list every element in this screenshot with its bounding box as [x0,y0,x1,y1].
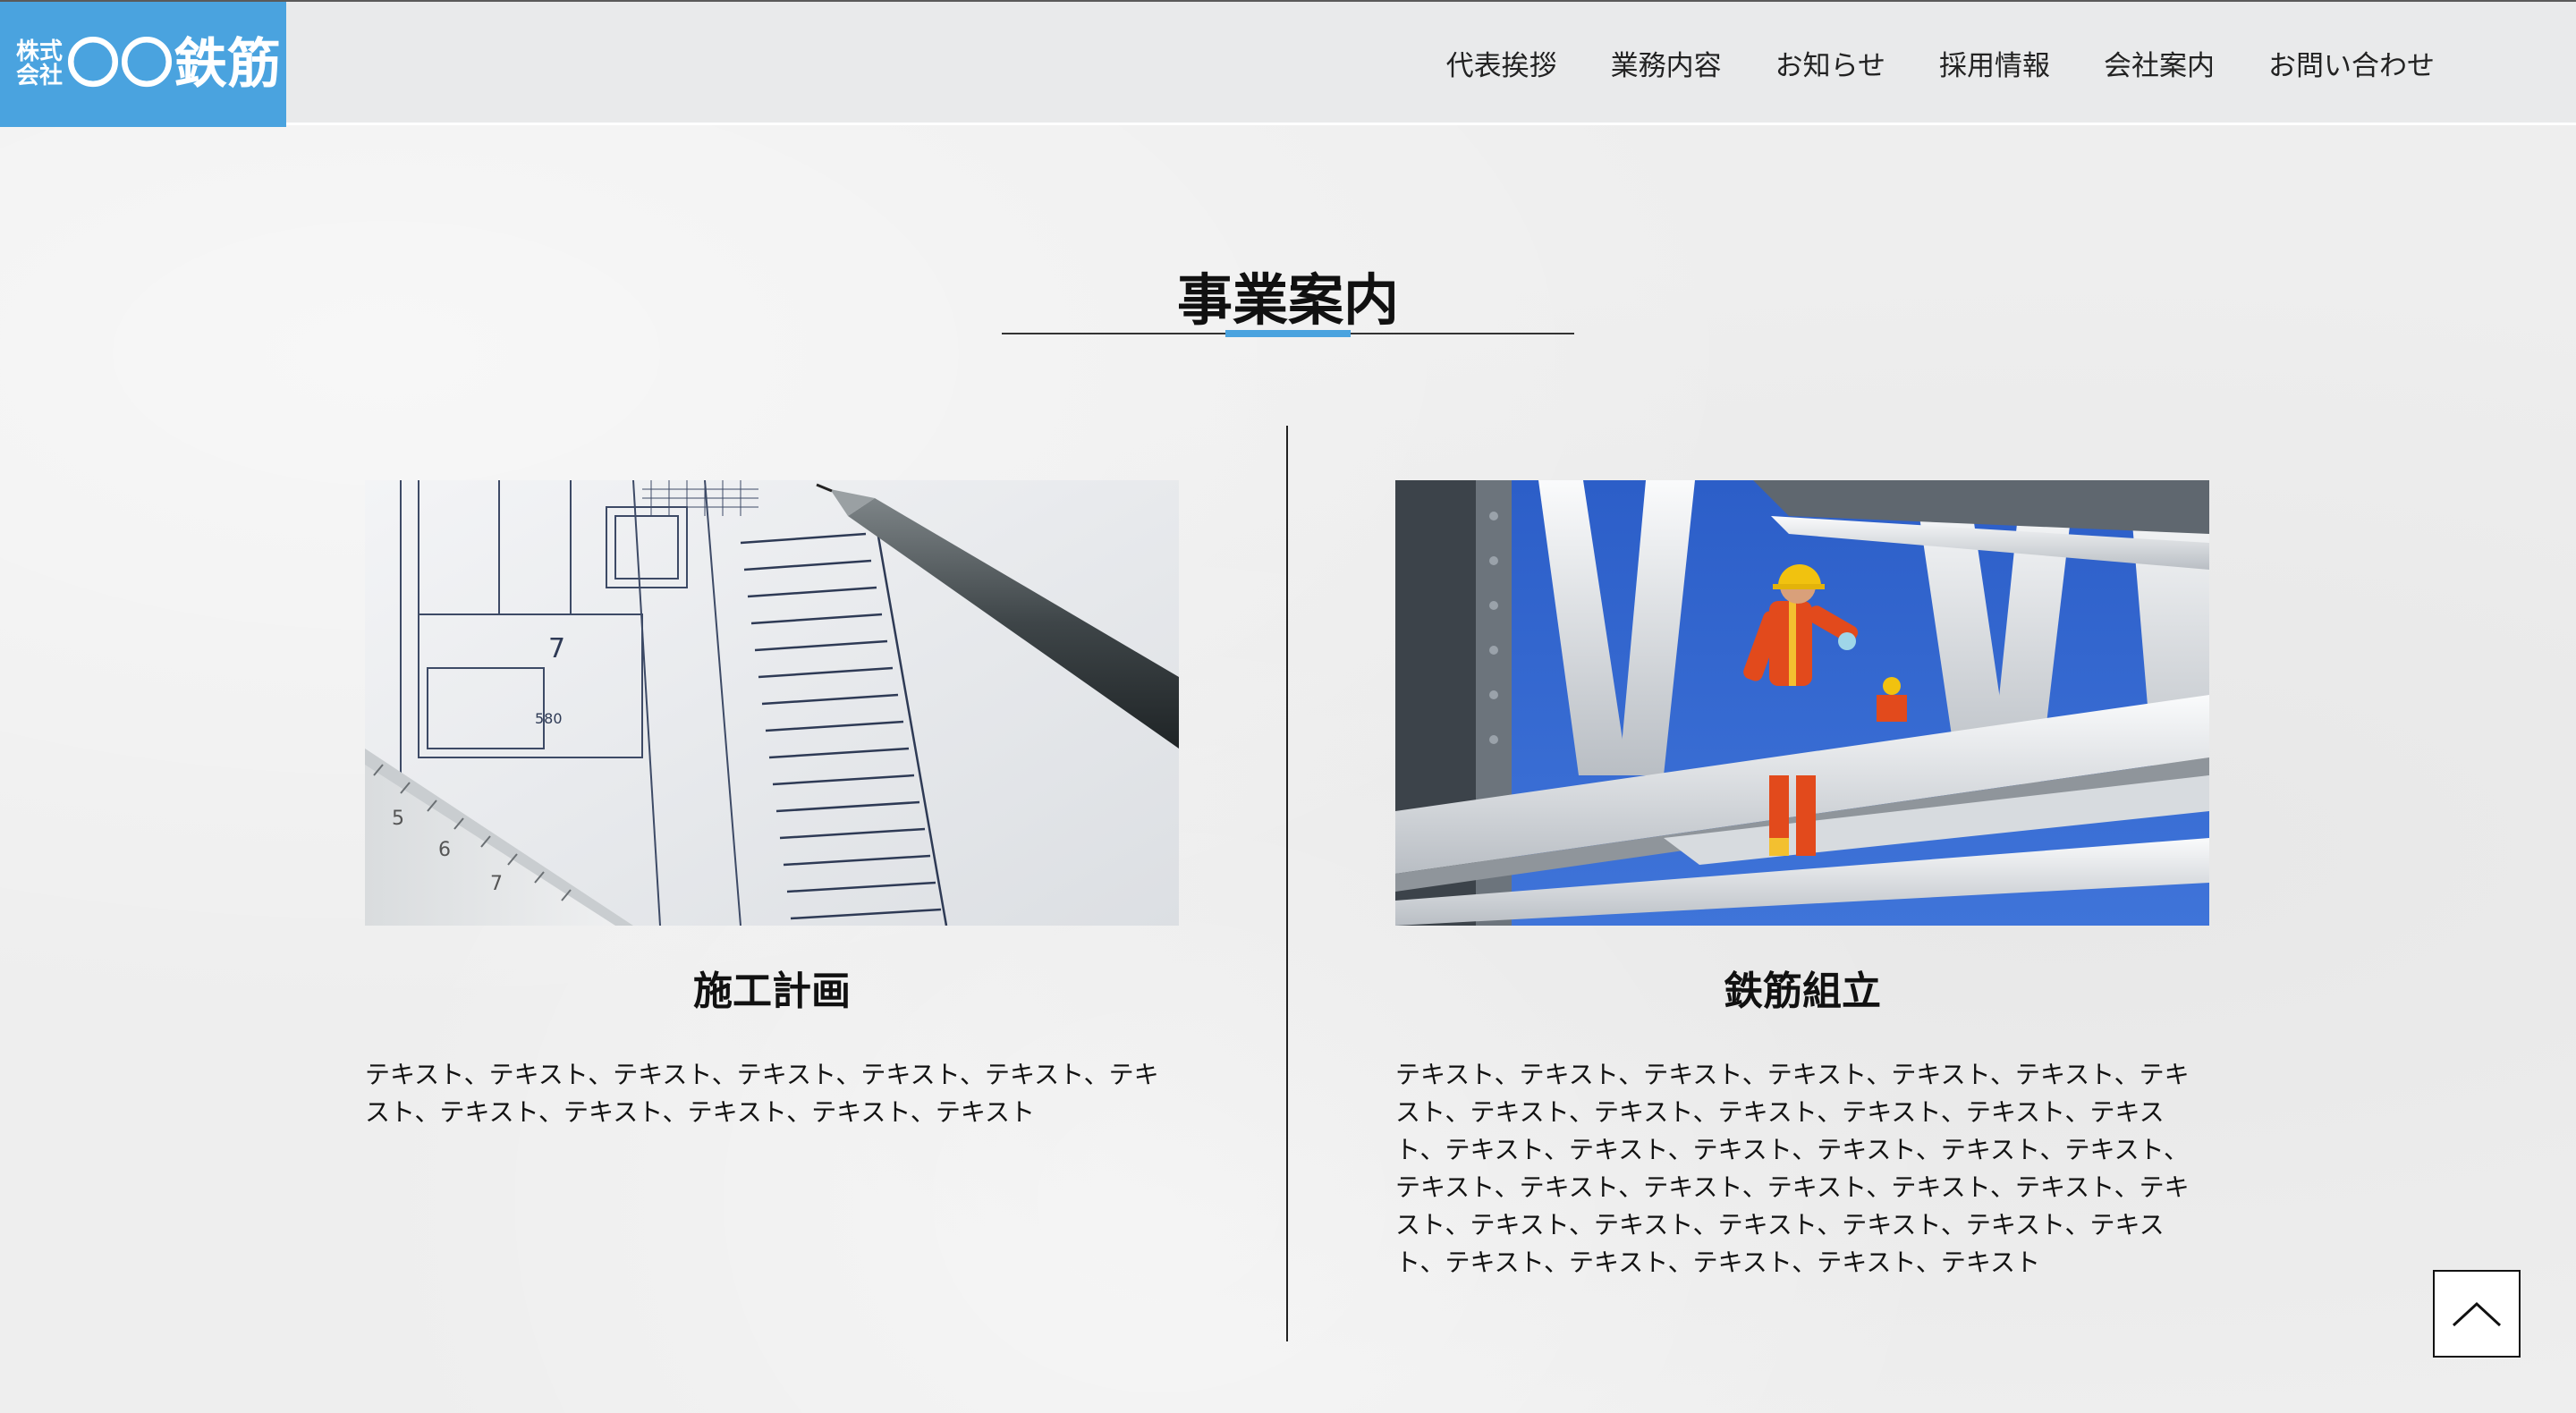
title-accent-bar [1225,330,1351,337]
nav-item-news[interactable]: お知らせ [1775,43,1885,83]
nav-item-recruit[interactable]: 採用情報 [1939,43,2050,83]
chevron-up-icon [2452,1301,2502,1327]
nav-item-company[interactable]: 会社案内 [2104,43,2215,83]
site-header: 株式 会社 〇〇鉄筋 代表挨拶 業務内容 お知らせ 採用情報 会社案内 お問い合… [0,0,2576,127]
steel-frame-image [1395,480,2209,926]
service-card-planning: 7 580 5 6 7 施工計画 テキスト、テキスト、テキスト、テキスト、テキス… [365,480,1179,1131]
nav-item-services[interactable]: 業務内容 [1611,43,1722,83]
logo-small-line1: 株式 [16,38,64,65]
svg-text:6: 6 [438,839,451,861]
svg-text:5: 5 [392,808,404,830]
blueprint-image: 7 580 5 6 7 [365,480,1179,926]
service-card-assembly: 鉄筋組立 テキスト、テキスト、テキスト、テキスト、テキスト、テキスト、テキスト、… [1395,480,2209,1282]
logo-small-line2: 会社 [16,63,64,89]
card-text-planning: テキスト、テキスト、テキスト、テキスト、テキスト、テキスト、テキスト、テキスト、… [365,1060,1159,1127]
svg-text:7: 7 [490,873,503,895]
site-logo[interactable]: 株式 会社 〇〇鉄筋 [0,2,286,127]
svg-text:7: 7 [548,633,565,664]
svg-text:580: 580 [535,710,563,727]
back-to-top-button[interactable] [2433,1270,2521,1358]
nav-item-greeting[interactable]: 代表挨拶 [1446,43,1557,83]
main-nav: 代表挨拶 業務内容 お知らせ 採用情報 会社案内 お問い合わせ [1446,43,2435,83]
nav-item-contact[interactable]: お問い合わせ [2268,43,2435,83]
logo-company-type: 株式 会社 [16,40,63,89]
card-text-assembly: テキスト、テキスト、テキスト、テキスト、テキスト、テキスト、テキスト、テキスト、… [1395,1060,2190,1277]
vertical-divider [1286,426,1288,1341]
section-title: 事業案内 [1176,267,1399,333]
logo-company-name: 〇〇鉄筋 [66,33,282,96]
card-title-assembly: 鉄筋組立 [1724,969,1881,1014]
card-title-planning: 施工計画 [693,969,851,1014]
